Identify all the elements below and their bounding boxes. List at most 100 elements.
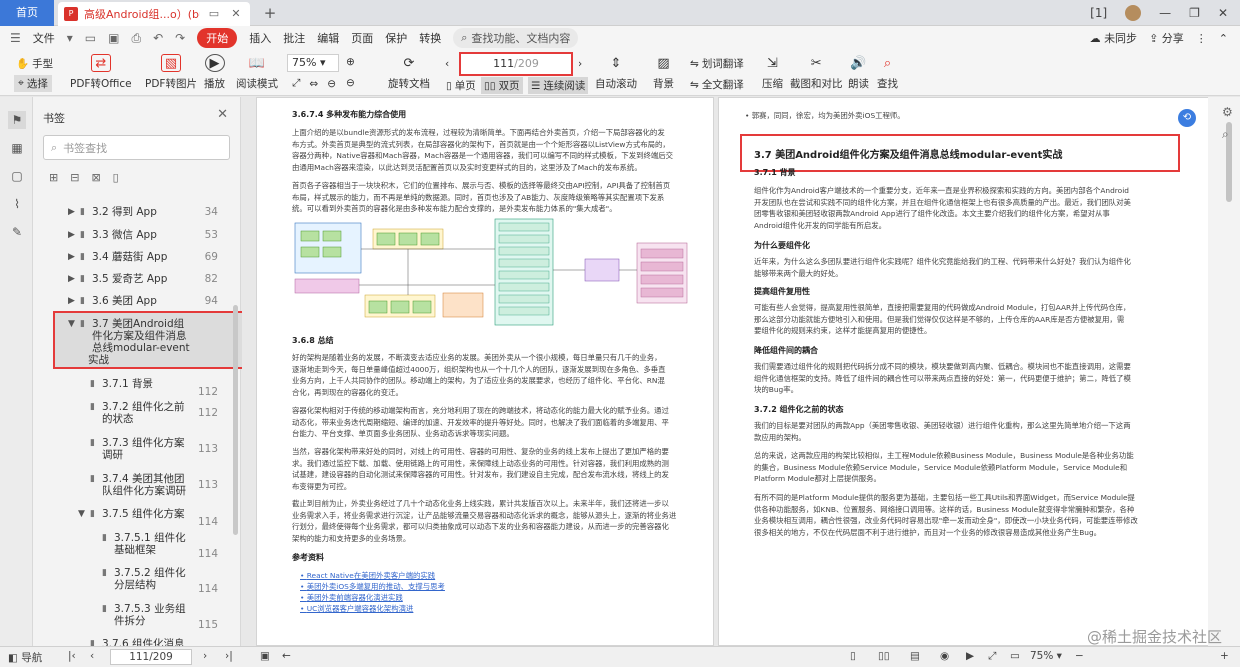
attachment-icon[interactable]: ⌇ (8, 195, 26, 213)
bookmark-options-icon[interactable]: ▯ (113, 171, 119, 184)
zoom-status[interactable]: 75% ▾ (1030, 650, 1062, 662)
autoscroll-button[interactable]: ⇕ 自动滚动 (595, 54, 637, 91)
select-tool[interactable]: ⌖ 选择 (14, 75, 52, 92)
eye-care-icon[interactable]: ◉ (940, 650, 949, 662)
bookmark-item[interactable]: ▮ 3.7.3 组件化方案 调研 113 (90, 437, 218, 463)
bookmark-item-selected[interactable]: ▼ ▮ 3.7 美团Android组 件化方案及组件消息 总线modular-ev… (68, 318, 218, 366)
zoom-in-status-icon[interactable]: + (1220, 650, 1229, 662)
reference-link[interactable]: • React Native在美团外卖客户端的实践 (300, 570, 435, 581)
pdf-to-office-button[interactable]: ⇄ PDF转Office (70, 54, 132, 91)
home-tab[interactable]: 首页 (0, 0, 54, 26)
add-child-bookmark-icon[interactable]: ⊟ (70, 171, 79, 184)
full-translate-button[interactable]: ⇋ 全文翻译 (690, 77, 744, 92)
zoom-out-status-icon[interactable]: − (1075, 650, 1084, 662)
next-page-icon[interactable]: › (578, 58, 582, 70)
rotate-doc-button[interactable]: ⟳ 旋转文档 (388, 54, 430, 91)
fit-icon[interactable]: ⤢ (292, 77, 300, 90)
zoom-minus-icon[interactable]: ⊖ (346, 77, 355, 89)
play-status-icon[interactable]: ▶ (966, 650, 974, 662)
save-icon[interactable]: ▣ (108, 31, 119, 45)
zoom-select[interactable]: 75% ▾ (287, 54, 339, 72)
close-window-icon[interactable]: ✕ (1218, 6, 1228, 20)
fullscreen-icon[interactable]: ⤢ (988, 650, 996, 663)
add-bookmark-icon[interactable]: ⊞ (49, 171, 58, 184)
prev-page-status-icon[interactable]: ‹ (90, 650, 94, 662)
redo-icon[interactable]: ↷ (175, 31, 185, 45)
sync-status[interactable]: ☁ 未同步 (1090, 30, 1138, 46)
file-menu[interactable]: 文件 (33, 30, 55, 46)
print-icon[interactable]: ⎙ (131, 31, 141, 46)
thumbnail-icon[interactable]: ▦ (8, 139, 26, 157)
read-mode-button[interactable]: 📖 阅读模式 (236, 54, 278, 91)
tools-icon[interactable]: ⚙ (1222, 105, 1233, 119)
double-view-icon[interactable]: ▯▯ (878, 650, 890, 662)
menu-page[interactable]: 页面 (351, 30, 373, 46)
close-icon[interactable]: ✕ (217, 107, 228, 122)
background-button[interactable]: ▨ 背景 (653, 54, 674, 91)
bookmark-scrollbar[interactable] (233, 305, 238, 535)
single-page-button[interactable]: ▯ 单页 (446, 78, 476, 93)
close-tab-icon[interactable]: ✕ (228, 6, 244, 22)
status-page-input[interactable]: 111/209 (110, 649, 192, 665)
continuous-button[interactable]: ☰ 连续阅读 (528, 77, 589, 94)
bookmark-item[interactable]: ▮ 3.7.6 组件化消息 (90, 638, 218, 646)
single-view-icon[interactable]: ▯ (850, 650, 856, 662)
bookmark-item[interactable]: ▮ 3.7.5.3 业务组 件拆分 115 (102, 603, 218, 631)
menu-comment[interactable]: 批注 (283, 30, 305, 46)
chevron-down-icon[interactable]: ▼ (78, 508, 85, 521)
new-tab-button[interactable]: + (262, 4, 278, 22)
chevron-right-icon[interactable]: ▶ (68, 206, 75, 219)
reference-link[interactable]: • UC浏览器客户端容器化架构演进 (300, 603, 413, 614)
next-page-status-icon[interactable]: › (203, 650, 207, 662)
open-icon[interactable]: ▭ (85, 31, 96, 45)
play-button[interactable]: ▶ 播放 (204, 54, 225, 91)
back-icon[interactable]: ← (282, 650, 291, 662)
reference-link[interactable]: • 美团外卖前端容器化演进实践 (300, 592, 403, 603)
zoom-out-icon[interactable]: ⊖ (327, 78, 336, 90)
double-page-button[interactable]: ▯▯ 双页 (481, 77, 523, 94)
fit-page-icon[interactable]: ▣ (260, 650, 270, 662)
last-page-icon[interactable]: ›| (225, 650, 233, 662)
find-button[interactable]: ⌕ 查找 (877, 54, 898, 91)
bookmark-item[interactable]: ▮ 3.7.5.2 组件化 分层结构 114 (102, 567, 218, 595)
window-count-icon[interactable]: [1] (1090, 6, 1107, 20)
zoom-in-icon[interactable]: ⊕ (346, 56, 355, 68)
bookmark-item[interactable]: ▮ 3.7.4 美团其他团 队组件化方案调研 113 (90, 473, 218, 499)
function-search[interactable]: ⌕ 查找功能、文档内容 (453, 28, 579, 48)
share-button[interactable]: ⇪ 分享 (1149, 30, 1184, 46)
menu-edit[interactable]: 编辑 (317, 30, 339, 46)
hand-tool[interactable]: ✋ 手型 (16, 56, 53, 71)
restore-icon[interactable]: ❐ (1189, 6, 1200, 20)
first-page-icon[interactable]: |‹ (68, 650, 76, 662)
bookmark-search-input[interactable]: ⌕ 书签查找 (43, 135, 230, 160)
reference-link[interactable]: • 美团外卖iOS多端复用的推动、支撑与思考 (300, 581, 445, 592)
avatar[interactable] (1125, 5, 1142, 21)
prev-page-icon[interactable]: ‹ (445, 58, 449, 70)
chevron-right-icon[interactable]: ▶ (68, 229, 75, 242)
chevron-right-icon[interactable]: ▶ (68, 273, 75, 286)
chevron-right-icon[interactable]: ▶ (68, 251, 75, 264)
compress-button[interactable]: ⇲ 压缩 (762, 54, 783, 91)
navigation-toggle[interactable]: ◧ 导航 (8, 650, 42, 665)
menu-insert[interactable]: 插入 (249, 30, 271, 46)
read-aloud-button[interactable]: 🔊 朗读 (848, 54, 869, 91)
chevron-down-icon[interactable]: ▾ (67, 31, 73, 45)
book-view-icon[interactable]: ▤ (910, 650, 920, 662)
word-translate-button[interactable]: ⇋ 划词翻译 (690, 56, 744, 71)
bookmark-item[interactable]: ▮ 3.7.2 组件化之前 的状态 112 (90, 401, 218, 427)
screen-icon[interactable]: ▭ (206, 6, 222, 22)
undo-icon[interactable]: ↶ (153, 31, 163, 45)
window-icon[interactable]: ▭ (1010, 650, 1020, 662)
bookmark-icon[interactable]: ⚑ (8, 111, 26, 129)
page-number-input[interactable]: 111/209 (459, 52, 573, 76)
assistant-icon[interactable]: ⟲ (1178, 109, 1196, 127)
more-icon[interactable]: ⋮ (1196, 32, 1207, 45)
collapse-icon[interactable]: ⌃ (1219, 32, 1228, 45)
hamburger-icon[interactable]: ☰ (10, 31, 21, 45)
minimize-icon[interactable]: — (1159, 6, 1171, 20)
bookmark-item[interactable]: ▮ 3.7.5.1 组件化 基础框架 114 (102, 532, 218, 560)
zoom-search-icon[interactable]: ⌕ (1222, 127, 1229, 142)
document-tab[interactable]: P 高级Android组...o）(bu).pdf ▭ ✕ (58, 2, 250, 26)
menu-protect[interactable]: 保护 (385, 30, 407, 46)
signature-icon[interactable]: ✎ (8, 223, 26, 241)
